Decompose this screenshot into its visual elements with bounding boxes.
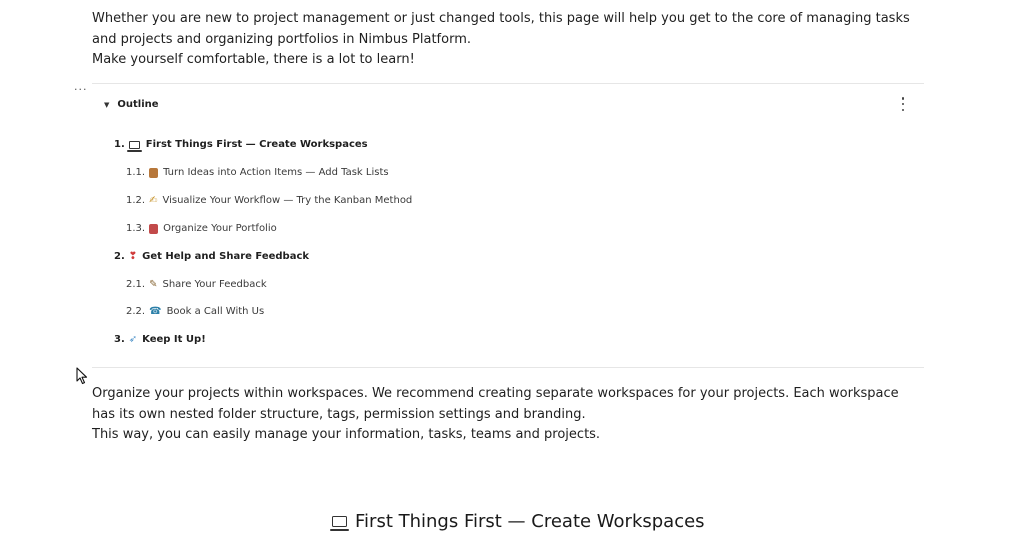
caret-down-icon: ▼ (104, 100, 110, 109)
outline-item-number: 1.2. (126, 195, 146, 206)
intro-paragraph: Whether you are new to project managemen… (92, 11, 910, 47)
rocket-icon: ➶ (128, 334, 138, 345)
divider (92, 367, 924, 368)
outline-item-number: 3. (114, 334, 125, 345)
outline-item-label: Organize Your Portfolio (163, 223, 277, 234)
mouse-cursor-icon (76, 367, 88, 385)
laptop-icon (330, 516, 349, 531)
body-text: Organize your projects within workspaces… (92, 384, 922, 446)
intro-paragraph-2: Make yourself comfortable, there is a lo… (92, 52, 415, 67)
outline-item[interactable]: 1.1. Turn Ideas into Action Items — Add … (126, 167, 389, 178)
section-heading: First Things First — Create Workspaces (330, 511, 705, 532)
outline-item-number: 1.3. (126, 223, 146, 234)
document-page: Whether you are new to project managemen… (0, 0, 1024, 544)
outline-title: Outline (117, 99, 159, 110)
outline-item-label: Book a Call With Us (166, 306, 265, 317)
outline-item[interactable]: 1.3. Organize Your Portfolio (126, 223, 277, 234)
phone-icon: ☎ (149, 306, 162, 317)
outline-item-number: 1. (114, 139, 125, 150)
outline-item[interactable]: 1.2. ✍ Visualize Your Workflow — Try the… (126, 195, 412, 206)
memo-icon: ✎ (149, 279, 158, 290)
outline-item[interactable]: 2.1. ✎ Share Your Feedback (126, 279, 267, 290)
outline-item[interactable]: 3. ➶ Keep It Up! (114, 334, 206, 345)
body-paragraph: Organize your projects within workspaces… (92, 386, 899, 422)
briefcase-icon (149, 223, 159, 234)
outline-item-label: Visualize Your Workflow — Try the Kanban… (162, 195, 413, 206)
outline-item[interactable]: 2. ❣ Get Help and Share Feedback (114, 251, 309, 262)
outline-item[interactable]: 1. First Things First — Create Workspace… (114, 139, 368, 152)
outline-item-label: Share Your Feedback (162, 279, 267, 290)
outline-item-number: 2. (114, 251, 125, 262)
section-heading-text: First Things First — Create Workspaces (355, 511, 705, 532)
outline-item-number: 2.2. (126, 306, 146, 317)
outline-item-label: First Things First — Create Workspaces (145, 139, 368, 150)
lightbulb-icon: ❣ (128, 251, 138, 262)
divider (92, 83, 924, 84)
pen-icon: ✍ (149, 195, 158, 206)
outline-toggle[interactable]: ▼ Outline (104, 99, 159, 110)
notebook-icon (149, 167, 159, 178)
outline-item-label: Keep It Up! (142, 334, 206, 345)
laptop-icon (126, 140, 142, 152)
block-menu-button[interactable]: ... (74, 80, 88, 93)
outline-item-label: Turn Ideas into Action Items — Add Task … (163, 167, 389, 178)
outline-item-label: Get Help and Share Feedback (142, 251, 310, 262)
more-options-icon[interactable] (898, 97, 908, 111)
intro-text: Whether you are new to project managemen… (92, 9, 912, 71)
outline-item-number: 1.1. (126, 167, 146, 178)
body-paragraph-2: This way, you can easily manage your inf… (92, 427, 601, 442)
outline-item[interactable]: 2.2. ☎ Book a Call With Us (126, 306, 264, 317)
outline-item-number: 2.1. (126, 279, 146, 290)
